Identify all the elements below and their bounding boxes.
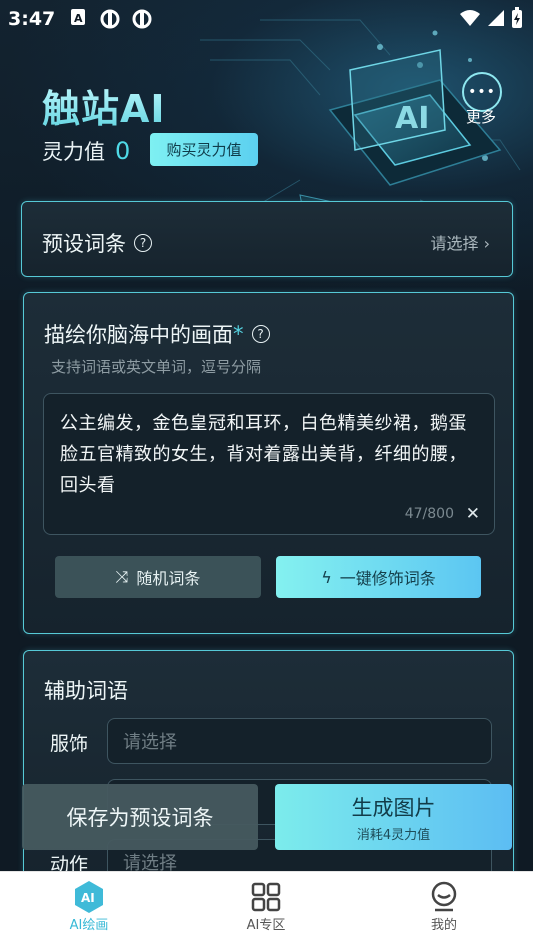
random-prompt-label: 随机词条 — [136, 569, 201, 588]
char-count: 47/800 — [404, 506, 454, 522]
preset-card[interactable]: 预设词条 ? 请选择 › — [21, 201, 513, 277]
svg-text:AI: AI — [395, 101, 429, 136]
signal-icon — [488, 10, 504, 26]
tab-label: AI绘画 — [69, 918, 109, 933]
app-notification-icon-2 — [131, 8, 153, 35]
clear-icon[interactable]: ✕ — [466, 504, 480, 524]
status-time: 3:47 — [8, 8, 56, 30]
prompt-text[interactable]: 公主编发，金色皇冠和耳环，白色精美纱裙，鹅蛋脸五官精致的女生，背对着露出美背，纤… — [60, 408, 480, 501]
generate-image-button[interactable]: 生成图片 消耗4灵力值 — [275, 784, 512, 850]
decorate-prompt-label: 一键修饰词条 — [339, 569, 436, 588]
random-prompt-button[interactable]: ⤨ 随机词条 — [55, 556, 261, 598]
shuffle-icon: ⤨ — [115, 567, 129, 586]
power-label: 灵力值 — [42, 140, 105, 164]
profile-icon — [431, 881, 457, 912]
generate-label: 生成图片 — [351, 795, 436, 820]
app-notification-icon — [99, 8, 121, 35]
decorate-prompt-button[interactable]: ϟ 一键修饰词条 — [276, 556, 481, 598]
power-value: 0 — [115, 137, 131, 165]
lightning-icon: ϟ — [321, 567, 332, 587]
notification-icon: A — [70, 8, 86, 31]
wifi-icon — [460, 10, 480, 26]
svg-text:AI: AI — [81, 891, 95, 905]
tab-mine[interactable]: 我的 — [399, 880, 489, 933]
describe-card: 描绘你脑海中的画面 * ? 支持词语或英文单词，逗号分隔 公主编发，金色皇冠和耳… — [23, 292, 514, 634]
svg-text:A: A — [74, 12, 83, 25]
bottom-tab-bar: AI AI绘画 AI专区 我的 — [0, 871, 533, 950]
describe-title: 描绘你脑海中的画面 — [44, 323, 233, 347]
preset-title: 预设词条 — [42, 232, 126, 256]
save-preset-button[interactable]: 保存为预设词条 — [22, 784, 258, 850]
describe-hint: 支持词语或英文单词，逗号分隔 — [51, 358, 262, 376]
buy-power-button[interactable]: 购买灵力值 — [150, 133, 258, 166]
prompt-textarea[interactable]: 公主编发，金色皇冠和耳环，白色精美纱裙，鹅蛋脸五官精致的女生，背对着露出美背，纤… — [43, 393, 495, 535]
ai-hexagon-icon: AI — [75, 881, 103, 913]
status-right — [459, 7, 523, 29]
clothing-label: 服饰 — [50, 733, 89, 755]
tab-ai-zone[interactable]: AI专区 — [221, 880, 311, 933]
tab-ai-drawing[interactable]: AI AI绘画 — [44, 880, 134, 933]
status-bar: 3:47 A — [0, 0, 533, 38]
battery-icon — [512, 7, 522, 28]
app-brand: 触站AI — [42, 78, 166, 133]
clothing-select[interactable]: 请选择 — [107, 718, 492, 764]
power-display: 灵力值 0 — [42, 136, 130, 166]
more-label: 更多 — [466, 108, 497, 126]
required-mark: * — [233, 322, 244, 346]
assist-title: 辅助词语 — [44, 679, 128, 703]
tab-label: AI专区 — [246, 918, 286, 933]
grid-icon — [251, 882, 281, 912]
tab-label: 我的 — [430, 918, 457, 933]
assist-card: 辅助词语 服饰 请选择 动作 请选择 — [23, 650, 514, 890]
generate-cost: 消耗4灵力值 — [356, 827, 431, 843]
help-icon[interactable]: ? — [134, 234, 152, 252]
help-icon[interactable]: ? — [251, 325, 270, 343]
more-button[interactable]: ••• 更多 — [460, 72, 506, 126]
describe-title-row: 描绘你脑海中的画面 * ? — [44, 319, 270, 349]
preset-title-row: 预设词条 ? — [42, 228, 152, 258]
preset-select[interactable]: 请选择 › — [431, 230, 491, 254]
